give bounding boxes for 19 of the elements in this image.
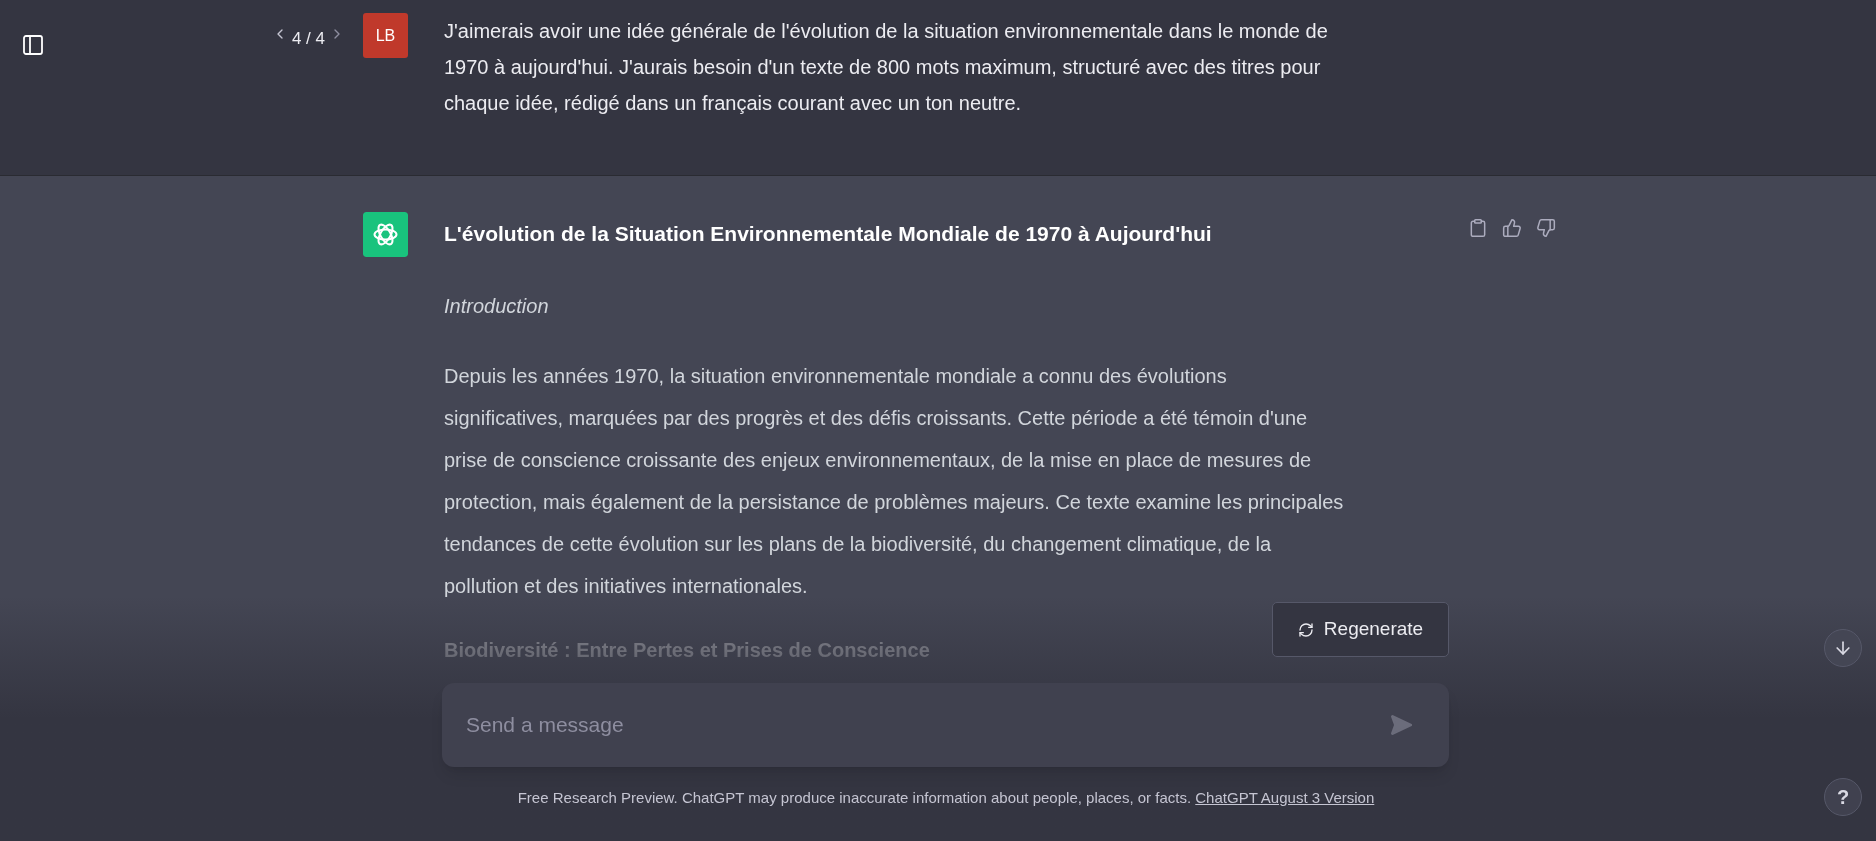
thumbs-down-icon[interactable] [1536,218,1556,238]
message-field[interactable]: Send a message [466,709,1389,741]
response-title: L'évolution de la Situation Environnementale Mondiale de 1970 à Aujourd'hui [444,221,1212,247]
paragraph: Depuis les années 1970, la situation environnementale mondiale a connu des évolutions significatives, marquées par des progrès et des défis croissants. Cette période a été témoin d'une prise de conscience croissante des enjeux environnementaux, de la mise en place de mesures de protection, mais également de la persistance de problèmes majeurs. Ce texte examine les principales tendances de cette évolution sur les plans de la biodiversité, du changement climatique, de la pollution et des initiatives internationales. [444,364,1344,599]
refresh-icon [1297,621,1314,638]
pager-count: 4 / 4 [291,28,325,50]
section-subtitle: Introduction [444,294,550,319]
sidebar-toggle-icon[interactable] [21,33,45,57]
message-input[interactable]: Send a message [442,683,1449,767]
help-button[interactable]: ? [1824,778,1862,816]
user-avatar: LB [363,13,408,58]
user-message: J'aimerais avoir une idée générale de l'évolution de la situation environnementale dans le monde de 1970 à aujourd'hui. J'aurais besoin d'un texte de 800 mots maximum, structuré avec des titres pour chaque idée, rédigé dans un français courant avec un ton neutre. [444,19,1329,116]
disclaimer: Free Research Preview. ChatGPT may produce inaccurate information about people, places, or facts. ChatGPT August 3 Version [516,788,1376,808]
scroll-down-button[interactable] [1824,629,1862,667]
regenerate-button[interactable]: Regenerate [1272,602,1449,657]
version-link[interactable]: ChatGPT August 3 Version [1195,789,1375,806]
assistant-logo-icon [363,212,408,257]
copy-icon[interactable] [1468,218,1488,238]
thumbs-up-icon[interactable] [1502,218,1522,238]
